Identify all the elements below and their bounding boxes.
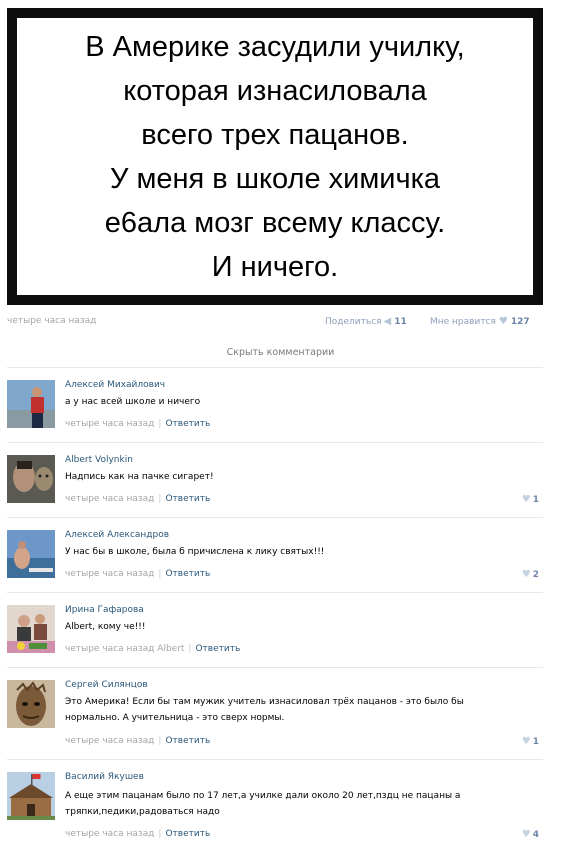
reply-to-name[interactable]: Albert xyxy=(157,644,184,654)
comment-author[interactable]: Сергей Силянцов xyxy=(65,680,148,690)
share-button[interactable]: Поделиться ◀ 11 xyxy=(325,316,407,327)
comment-like-button[interactable]: ♥ 2 xyxy=(522,569,539,580)
comment-meta: четыре часа назад Albert | Ответить xyxy=(65,644,241,654)
comment-like-button[interactable]: ♥ 1 xyxy=(522,494,539,505)
meme-line: И ничего. xyxy=(211,250,339,283)
comment-text-line: тряпки,педики,радоваться надо xyxy=(65,807,220,817)
comment-author[interactable]: Алексей Михайлович xyxy=(65,380,165,390)
comment-text: а у нас всей школе и ничего xyxy=(65,397,201,407)
like-count: 127 xyxy=(510,317,530,327)
comment-time[interactable]: четыре часа назад xyxy=(65,829,154,839)
reply-link[interactable]: Ответить xyxy=(165,736,210,746)
comment-like-button[interactable]: ♥ 4 xyxy=(522,829,539,840)
post-meta: четыре часа назад Поделиться ◀ 11 Мне нрав… xyxy=(7,316,539,330)
share-count: 11 xyxy=(394,317,407,327)
divider xyxy=(7,592,543,593)
reply-link[interactable]: Ответить xyxy=(165,494,210,504)
comment-author[interactable]: Алексей Александров xyxy=(65,530,169,540)
heart-icon: ♥ xyxy=(521,736,531,747)
comment-time[interactable]: четыре часа назад xyxy=(65,644,154,654)
heart-icon: ♥ xyxy=(521,829,531,840)
like-label: Мне нравится xyxy=(430,317,496,327)
avatar[interactable] xyxy=(7,380,55,428)
comment-like-count: 1 xyxy=(532,495,539,505)
comment-like-count: 4 xyxy=(532,830,539,840)
comment-time[interactable]: четыре часа назад xyxy=(65,736,154,746)
comment-text: Надпись как на пачке сигарет! xyxy=(65,472,214,482)
divider xyxy=(7,442,543,443)
comment-text: А еще этим пацанам было по 17 лет,а учил… xyxy=(65,788,505,820)
meme-line: которая изнасиловала xyxy=(123,74,427,107)
comment-author[interactable]: Василий Якушев xyxy=(65,772,144,782)
comment-like-count: 2 xyxy=(532,570,539,580)
comment-meta: четыре часа назад | Ответить xyxy=(65,419,211,429)
divider xyxy=(7,759,543,760)
reply-link[interactable]: Ответить xyxy=(165,569,210,579)
avatar[interactable] xyxy=(7,530,55,578)
hide-comments-link[interactable]: Скрыть комментарии xyxy=(0,347,561,358)
post-timestamp[interactable]: четыре часа назад xyxy=(7,316,96,326)
megaphone-icon: ◀ xyxy=(383,316,392,327)
reply-link[interactable]: Ответить xyxy=(165,829,210,839)
meme-text-panel: В Америке засудили училку, которая изнас… xyxy=(17,18,533,295)
comment-like-count: 1 xyxy=(532,737,539,747)
comment-text-line: Это Америка! Если бы там мужик учитель и… xyxy=(65,697,464,707)
meme-line: В Америке засудили училку, xyxy=(85,30,465,63)
comment-text: Albert, кому че!!! xyxy=(65,622,146,632)
heart-icon: ♥ xyxy=(498,316,508,327)
share-label: Поделиться xyxy=(325,317,382,327)
comment-time[interactable]: четыре часа назад xyxy=(65,569,154,579)
comment-meta: четыре часа назад | Ответить xyxy=(65,569,211,579)
heart-icon: ♥ xyxy=(521,569,531,580)
comment-text-line: нормально. А учительница - это сверх нор… xyxy=(65,713,285,723)
heart-icon: ♥ xyxy=(521,494,531,505)
comment-author[interactable]: Ирина Гафарова xyxy=(65,605,144,615)
comment-like-button[interactable]: ♥ 1 xyxy=(522,736,539,747)
comment-text: У нас бы в школе, была б причислена к ли… xyxy=(65,547,325,557)
comment-meta: четыре часа назад | Ответить xyxy=(65,494,211,504)
comment-author[interactable]: Albert Volynkin xyxy=(65,455,133,465)
avatar[interactable] xyxy=(7,680,55,728)
comment-text-line: А еще этим пацанам было по 17 лет,а учил… xyxy=(65,791,461,801)
meme-line: всего трех пацанов. xyxy=(141,118,409,151)
reply-link[interactable]: Ответить xyxy=(195,644,240,654)
meme-image[interactable]: В Америке засудили училку, которая изнас… xyxy=(7,8,543,305)
comment-meta: четыре часа назад | Ответить xyxy=(65,829,211,839)
divider xyxy=(7,667,543,668)
meme-line: У меня в школе химичка xyxy=(109,162,441,195)
comment-time[interactable]: четыре часа назад xyxy=(65,419,154,429)
comment-meta: четыре часа назад | Ответить xyxy=(65,736,211,746)
comment-time[interactable]: четыре часа назад xyxy=(65,494,154,504)
meme-line: е6ала мозг всему классу. xyxy=(104,206,446,239)
reply-link[interactable]: Ответить xyxy=(165,419,210,429)
divider xyxy=(7,517,543,518)
avatar[interactable] xyxy=(7,455,55,503)
like-button[interactable]: Мне нравится ♥ 127 xyxy=(430,316,530,327)
avatar[interactable] xyxy=(7,605,55,653)
divider xyxy=(7,367,543,368)
avatar[interactable] xyxy=(7,772,55,820)
comment-text: Это Америка! Если бы там мужик учитель и… xyxy=(65,694,505,726)
